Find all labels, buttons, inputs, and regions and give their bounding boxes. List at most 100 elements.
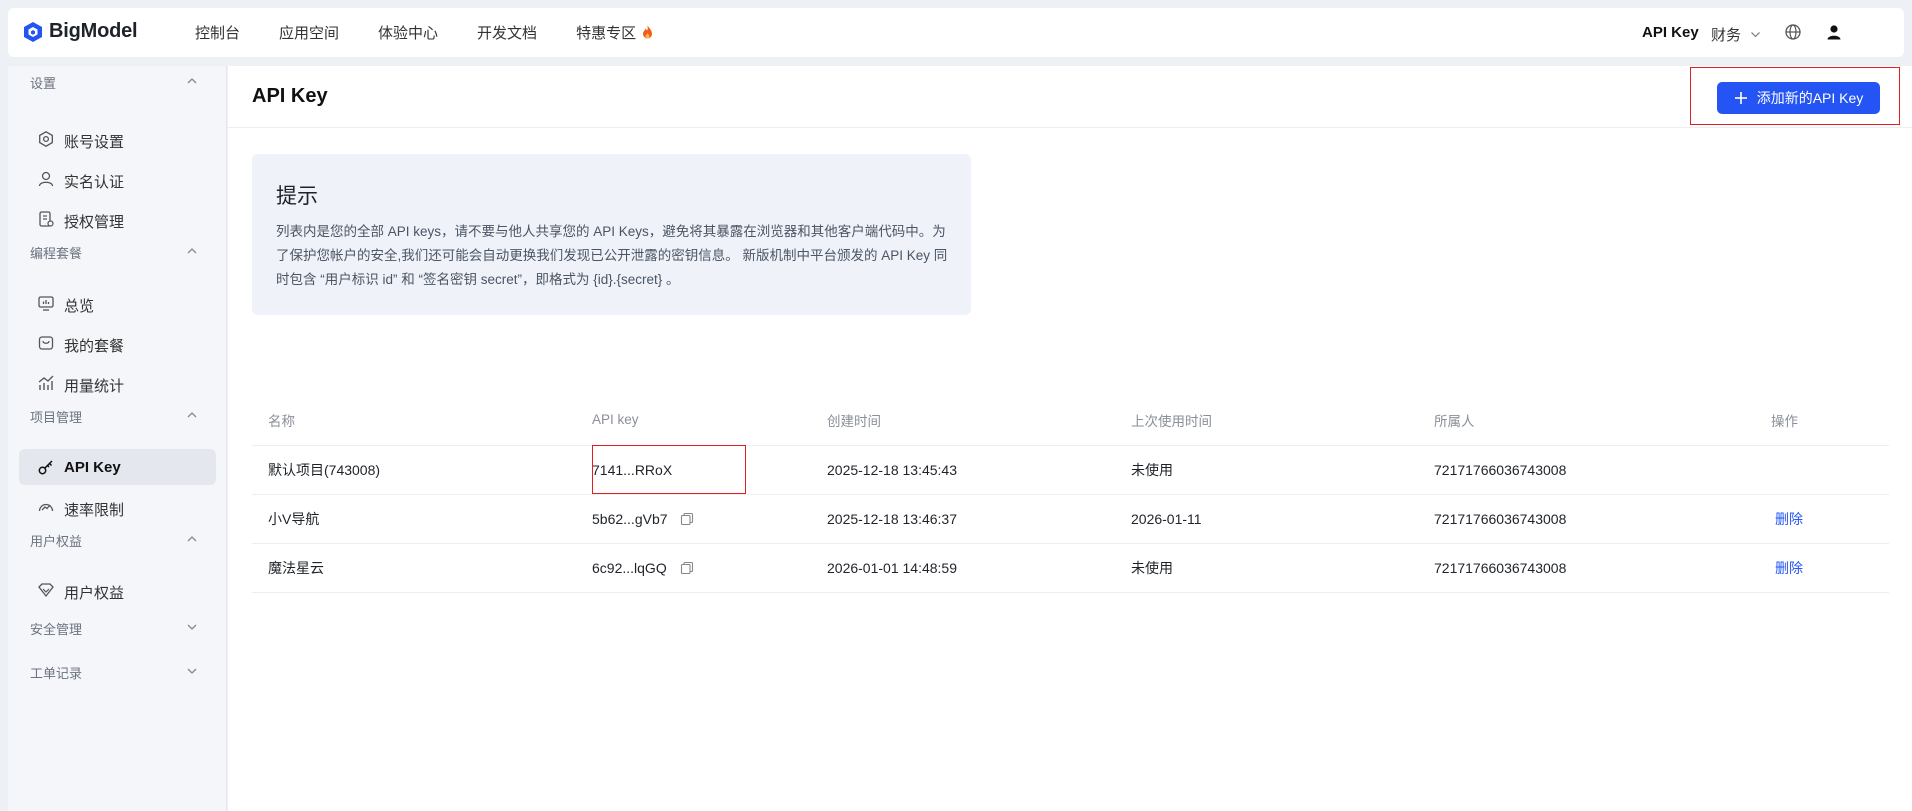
sidebar-item-authorization[interactable]: 授权管理 [19, 201, 216, 237]
cell-owner: 72171766036743008 [1434, 445, 1771, 495]
speed-icon [38, 503, 54, 512]
nav-finance-label: 财务 [1711, 27, 1742, 44]
add-api-key-button[interactable]: 添加新的API Key [1717, 82, 1880, 114]
api-key-value: 6c92...lqGQ [592, 559, 667, 576]
cell-last-used: 2026-01-11 [1131, 494, 1434, 544]
sidebar-item-label: 账号设置 [64, 134, 125, 151]
top-navbar: BigModel 控制台 应用空间 体验中心 开发文档 特惠专区 API Key… [8, 8, 1904, 57]
cell-last-used: 未使用 [1131, 543, 1434, 593]
table-row: 小V导航 5b62...gVb7 2025-12-18 13:46:37 202… [252, 494, 1889, 544]
copy-icon[interactable] [680, 561, 694, 575]
sidebar-group-tickets[interactable]: 工单记录 [8, 656, 227, 686]
sidebar-item-label: 我的套餐 [64, 338, 125, 355]
cell-actions: 删除 [1771, 543, 1889, 593]
main-content: API Key 添加新的API Key 提示 列表内是您的全部 API keys… [228, 66, 1912, 811]
chevron-up-icon [187, 536, 197, 542]
sidebar: 设置 账号设置 实名认证 授权管理 编程套餐 总览 我的套餐 用量统计 项目管理… [8, 66, 227, 811]
sidebar-group-security[interactable]: 安全管理 [8, 612, 227, 642]
nav-finance-dropdown[interactable]: 财务 [1711, 24, 1761, 45]
sidebar-item-label: 用户权益 [64, 585, 125, 602]
nav-special-offers[interactable]: 特惠专区 [576, 22, 653, 43]
sidebar-group-coding-plan[interactable]: 编程套餐 [8, 236, 227, 266]
sidebar-item-api-key[interactable]: API Key [19, 449, 216, 485]
brand-name: BigModel [49, 20, 138, 42]
chevron-down-icon [1751, 32, 1760, 38]
nav-dev-docs[interactable]: 开发文档 [477, 22, 537, 43]
user-avatar-icon[interactable] [1825, 23, 1843, 41]
cell-created: 2026-01-01 14:48:59 [827, 543, 1131, 593]
column-header-created: 创建时间 [827, 395, 1131, 446]
user-icon [38, 171, 54, 187]
chevron-down-icon [187, 624, 197, 630]
cell-created: 2025-12-18 13:46:37 [827, 494, 1131, 544]
cell-owner: 72171766036743008 [1434, 494, 1771, 544]
main-nav: 控制台 应用空间 体验中心 开发文档 特惠专区 [195, 8, 692, 57]
sidebar-group-label: 设置 [30, 76, 57, 91]
nav-console-label: 控制台 [195, 25, 241, 42]
column-header-owner: 所属人 [1434, 395, 1771, 446]
cell-actions: 删除 [1771, 494, 1889, 544]
nav-special-offers-label: 特惠专区 [576, 25, 637, 42]
cell-owner: 72171766036743008 [1434, 543, 1771, 593]
cell-actions [1771, 445, 1889, 495]
diamond-icon [38, 583, 54, 598]
sidebar-group-label: 工单记录 [30, 666, 83, 681]
tip-panel: 提示 列表内是您的全部 API keys，请不要与他人共享您的 API Keys… [252, 154, 971, 315]
cell-name: 默认项目(743008) [252, 445, 592, 495]
nav-app-space[interactable]: 应用空间 [279, 22, 339, 43]
highlight-box-api-key-cell [592, 445, 746, 494]
sidebar-group-project-management[interactable]: 项目管理 [8, 400, 227, 430]
cell-last-used: 未使用 [1131, 445, 1434, 495]
package-icon [38, 336, 54, 350]
chart-icon [38, 375, 54, 390]
monitor-icon [38, 296, 54, 311]
sidebar-group-label: 编程套餐 [30, 246, 83, 261]
fire-icon [643, 25, 653, 39]
delete-link[interactable]: 删除 [1775, 560, 1803, 576]
tip-title: 提示 [276, 185, 318, 208]
api-key-value: 5b62...gVb7 [592, 510, 668, 527]
sidebar-item-usage-stats[interactable]: 用量统计 [19, 365, 216, 401]
chevron-down-icon [187, 668, 197, 674]
nav-experience-center[interactable]: 体验中心 [378, 22, 438, 43]
sidebar-group-label: 项目管理 [30, 410, 83, 425]
brand-logo[interactable]: BigModel [22, 20, 138, 43]
nav-api-key[interactable]: API Key [1642, 24, 1699, 41]
sidebar-group-user-benefits[interactable]: 用户权益 [8, 524, 227, 554]
sidebar-item-real-name[interactable]: 实名认证 [19, 161, 216, 197]
sidebar-item-label: 实名认证 [64, 174, 125, 191]
sidebar-item-overview[interactable]: 总览 [19, 285, 216, 321]
document-icon [39, 211, 54, 227]
table-row: 魔法星云 6c92...lqGQ 2026-01-01 14:48:59 未使用… [252, 543, 1889, 593]
cell-api-key: 6c92...lqGQ [592, 543, 827, 593]
cell-name: 魔法星云 [252, 543, 592, 593]
nav-app-space-label: 应用空间 [279, 25, 340, 42]
column-header-last-used: 上次使用时间 [1131, 395, 1434, 446]
add-api-key-label: 添加新的API Key [1756, 90, 1864, 106]
nav-experience-center-label: 体验中心 [378, 25, 439, 42]
sidebar-item-label: 用量统计 [64, 378, 125, 395]
api-keys-table: 名称 API key 创建时间 上次使用时间 所属人 操作 默认项目(74300… [252, 395, 1889, 593]
sidebar-item-label: 总览 [64, 298, 95, 315]
key-icon [38, 460, 53, 475]
chevron-up-icon [187, 248, 197, 254]
copy-icon[interactable] [680, 512, 694, 526]
nav-console[interactable]: 控制台 [195, 22, 240, 43]
page-header: API Key [228, 66, 1912, 128]
tip-body: 列表内是您的全部 API keys，请不要与他人共享您的 API Keys，避免… [276, 224, 948, 287]
cell-api-key: 5b62...gVb7 [592, 494, 827, 544]
sidebar-item-account-settings[interactable]: 账号设置 [19, 121, 216, 157]
sidebar-item-label: 速率限制 [64, 502, 125, 519]
sidebar-item-user-benefits[interactable]: 用户权益 [19, 572, 216, 608]
bigmodel-logo-icon [24, 21, 42, 42]
globe-icon[interactable] [1784, 23, 1802, 41]
sidebar-group-label: 安全管理 [30, 622, 83, 637]
sidebar-group-settings[interactable]: 设置 [8, 66, 227, 96]
sidebar-item-rate-limit[interactable]: 速率限制 [19, 489, 216, 525]
chevron-up-icon [187, 78, 197, 84]
sidebar-group-label: 用户权益 [30, 534, 83, 549]
delete-link[interactable]: 删除 [1775, 511, 1803, 527]
chevron-up-icon [187, 412, 197, 418]
column-header-actions: 操作 [1771, 395, 1889, 446]
sidebar-item-my-plan[interactable]: 我的套餐 [19, 325, 216, 361]
